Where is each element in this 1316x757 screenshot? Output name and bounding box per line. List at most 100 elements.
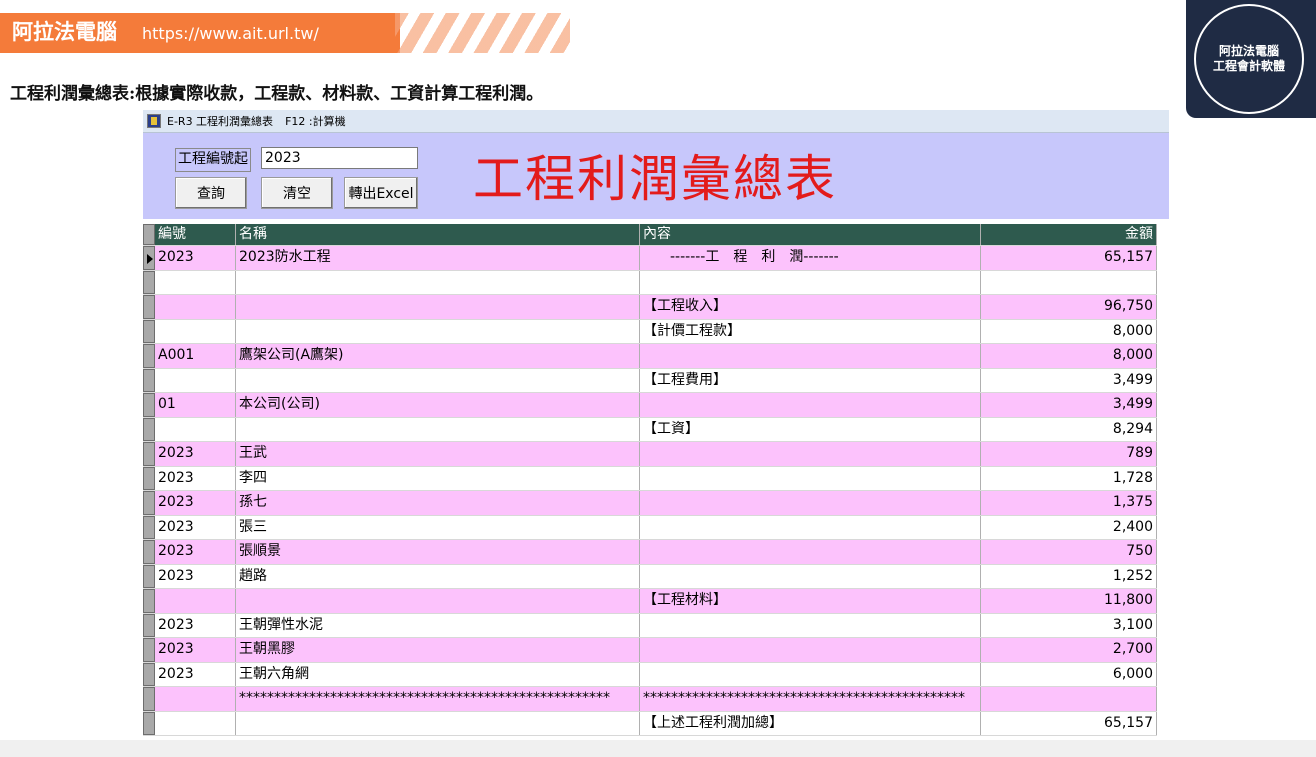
cell-amount[interactable]: 1,728 <box>981 466 1157 490</box>
row-selector[interactable] <box>143 589 155 613</box>
cell-name[interactable]: 王朝彈性水泥 <box>236 613 640 637</box>
cell-name[interactable] <box>236 270 640 294</box>
cell-id[interactable]: 2023 <box>155 638 236 662</box>
cell-amount[interactable]: 750 <box>981 540 1157 564</box>
cell-id[interactable]: 2023 <box>155 540 236 564</box>
table-row[interactable]: 2023 王武 789 <box>143 442 1157 467</box>
table-row[interactable]: 【上述工程利潤加總】 65,157 <box>143 711 1157 736</box>
table-row[interactable] <box>143 270 1157 295</box>
cell-content[interactable]: 【工程費用】 <box>640 368 981 392</box>
cell-name[interactable] <box>236 368 640 392</box>
cell-amount[interactable]: 1,252 <box>981 564 1157 588</box>
cell-amount[interactable]: 2,400 <box>981 515 1157 539</box>
row-selector[interactable] <box>143 466 155 490</box>
table-row[interactable]: 2023 王朝黑膠 2,700 <box>143 638 1157 663</box>
cell-id[interactable]: 2023 <box>155 466 236 490</box>
col-header-amount[interactable]: 金額 <box>981 224 1157 245</box>
cell-name[interactable]: 趙路 <box>236 564 640 588</box>
cell-name[interactable] <box>236 711 640 735</box>
row-selector[interactable] <box>143 515 155 539</box>
cell-content[interactable]: -------工 程 利 潤------- <box>640 246 981 270</box>
cell-id[interactable]: 2023 <box>155 564 236 588</box>
cell-amount[interactable]: 96,750 <box>981 295 1157 319</box>
cell-content[interactable] <box>640 466 981 490</box>
cell-content[interactable] <box>640 515 981 539</box>
table-row[interactable]: 2023 張三 2,400 <box>143 515 1157 540</box>
row-selector[interactable] <box>143 344 155 368</box>
table-row[interactable]: 2023 王朝彈性水泥 3,100 <box>143 613 1157 638</box>
cell-amount[interactable]: 789 <box>981 442 1157 466</box>
table-row[interactable]: ****************************************… <box>143 687 1157 712</box>
cell-amount[interactable]: 1,375 <box>981 491 1157 515</box>
cell-name[interactable]: 李四 <box>236 466 640 490</box>
col-header-content[interactable]: 內容 <box>640 224 981 245</box>
clear-button[interactable]: 清空 <box>261 177 333 209</box>
table-row[interactable]: 2023 張順景 750 <box>143 540 1157 565</box>
cell-amount[interactable]: 8,294 <box>981 417 1157 441</box>
cell-amount[interactable]: 3,499 <box>981 368 1157 392</box>
col-header-name[interactable]: 名稱 <box>236 224 640 245</box>
cell-id[interactable]: 2023 <box>155 442 236 466</box>
row-selector-current[interactable] <box>143 246 155 270</box>
cell-content[interactable]: 【上述工程利潤加總】 <box>640 711 981 735</box>
cell-name[interactable]: 張三 <box>236 515 640 539</box>
row-selector[interactable] <box>143 368 155 392</box>
row-selector[interactable] <box>143 638 155 662</box>
cell-name[interactable]: 本公司(公司) <box>236 393 640 417</box>
table-row[interactable]: 2023 孫七 1,375 <box>143 491 1157 516</box>
table-row[interactable]: 【工程費用】 3,499 <box>143 368 1157 393</box>
cell-amount[interactable]: 8,000 <box>981 344 1157 368</box>
cell-name[interactable]: ****************************************… <box>236 687 640 711</box>
row-selector[interactable] <box>143 393 155 417</box>
cell-content[interactable] <box>640 442 981 466</box>
cell-id[interactable]: 2023 <box>155 662 236 686</box>
cell-name[interactable]: 王朝六角網 <box>236 662 640 686</box>
cell-id[interactable] <box>155 417 236 441</box>
cell-name[interactable]: 張順景 <box>236 540 640 564</box>
cell-content[interactable]: 【工程收入】 <box>640 295 981 319</box>
row-selector[interactable] <box>143 662 155 686</box>
cell-content[interactable]: 【計價工程款】 <box>640 319 981 343</box>
table-row[interactable]: 01 本公司(公司) 3,499 <box>143 393 1157 418</box>
col-header-id[interactable]: 編號 <box>155 224 236 245</box>
cell-name[interactable] <box>236 319 640 343</box>
row-selector[interactable] <box>143 687 155 711</box>
cell-name[interactable] <box>236 589 640 613</box>
cell-amount[interactable]: 6,000 <box>981 662 1157 686</box>
table-row[interactable]: 【計價工程款】 8,000 <box>143 319 1157 344</box>
row-selector[interactable] <box>143 319 155 343</box>
cell-name[interactable]: 孫七 <box>236 491 640 515</box>
cell-name[interactable] <box>236 417 640 441</box>
cell-id[interactable]: 2023 <box>155 613 236 637</box>
row-selector[interactable] <box>143 564 155 588</box>
row-selector[interactable] <box>143 295 155 319</box>
cell-content[interactable] <box>640 344 981 368</box>
cell-name[interactable]: 王朝黑膠 <box>236 638 640 662</box>
export-excel-button[interactable]: 轉出Excel <box>344 177 418 209</box>
cell-amount[interactable] <box>981 270 1157 294</box>
cell-amount[interactable]: 3,100 <box>981 613 1157 637</box>
cell-content[interactable] <box>640 638 981 662</box>
table-row[interactable]: 2023 2023防水工程 -------工 程 利 潤------- 65,157 <box>143 246 1157 271</box>
cell-id[interactable]: 2023 <box>155 515 236 539</box>
cell-amount[interactable]: 3,499 <box>981 393 1157 417</box>
row-selector[interactable] <box>143 613 155 637</box>
cell-content[interactable] <box>640 540 981 564</box>
table-row[interactable]: 2023 王朝六角網 6,000 <box>143 662 1157 687</box>
row-selector[interactable] <box>143 417 155 441</box>
cell-id[interactable] <box>155 270 236 294</box>
cell-amount[interactable] <box>981 687 1157 711</box>
cell-content[interactable] <box>640 564 981 588</box>
cell-amount[interactable]: 65,157 <box>981 246 1157 270</box>
cell-name[interactable]: 王武 <box>236 442 640 466</box>
query-button[interactable]: 查詢 <box>175 177 247 209</box>
row-selector[interactable] <box>143 540 155 564</box>
cell-content[interactable] <box>640 613 981 637</box>
cell-content[interactable] <box>640 662 981 686</box>
cell-id[interactable]: 01 <box>155 393 236 417</box>
cell-id[interactable]: 2023 <box>155 491 236 515</box>
table-row[interactable]: 2023 李四 1,728 <box>143 466 1157 491</box>
cell-amount[interactable]: 65,157 <box>981 711 1157 735</box>
cell-amount[interactable]: 8,000 <box>981 319 1157 343</box>
cell-content[interactable] <box>640 270 981 294</box>
